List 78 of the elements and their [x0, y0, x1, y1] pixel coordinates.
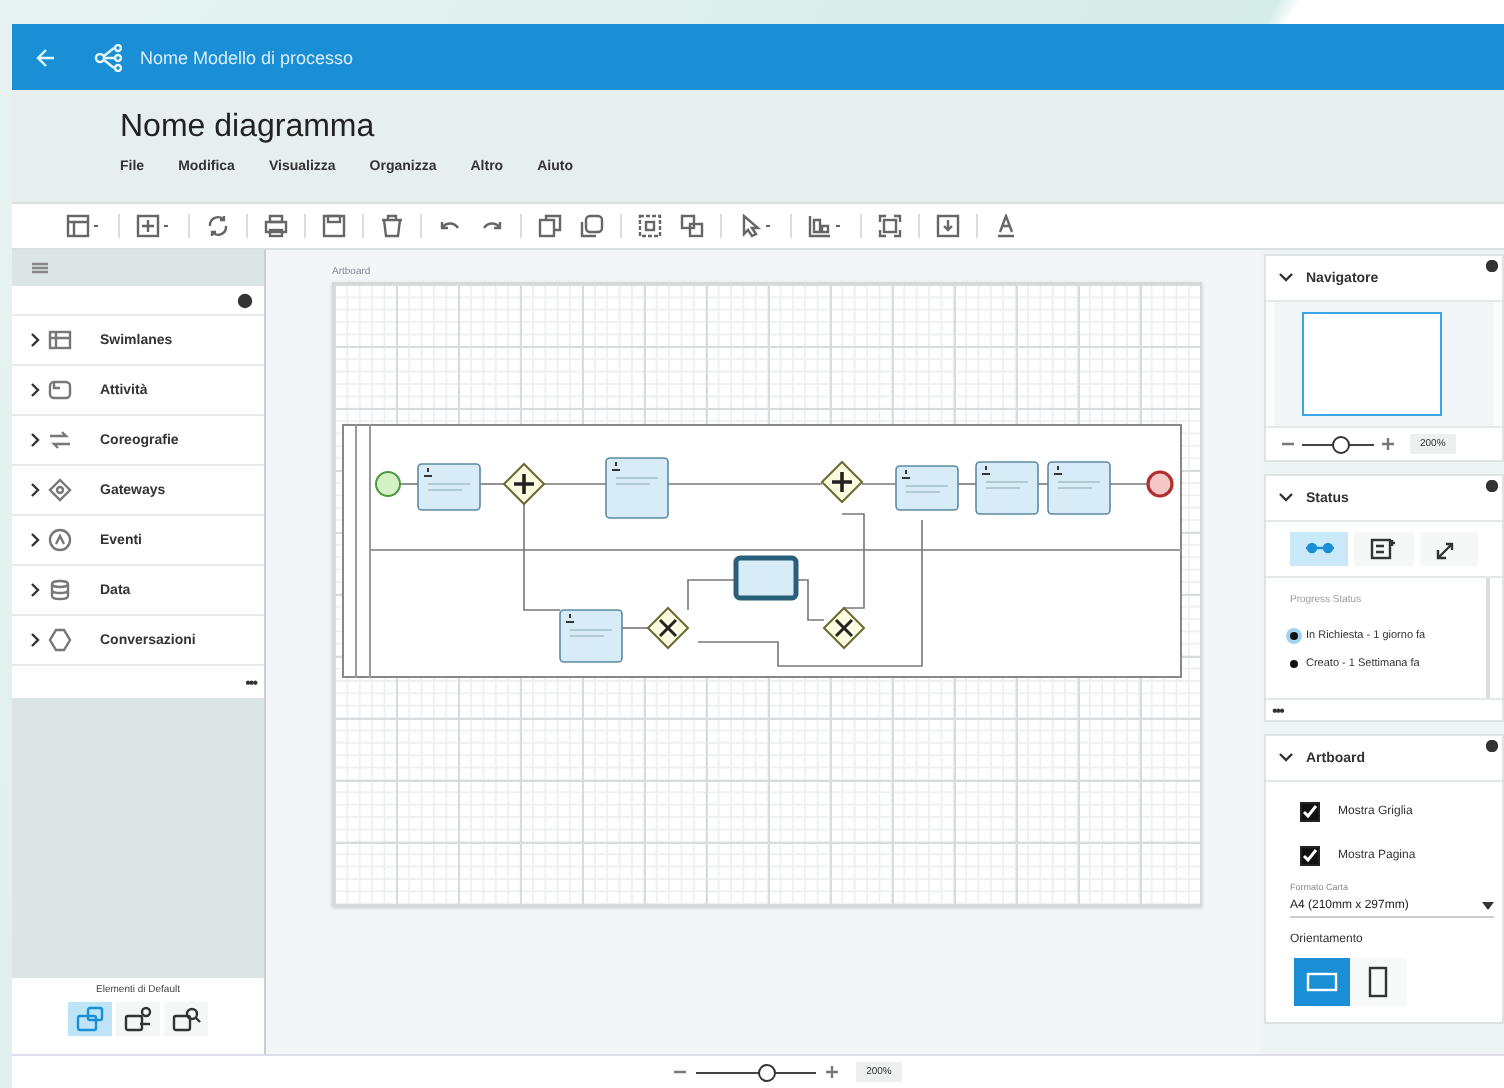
sequence-flow-line [621, 627, 649, 629]
add-box-icon[interactable] [134, 212, 174, 240]
slider-thumb[interactable] [758, 1063, 777, 1081]
chevron-icon[interactable] [28, 432, 40, 448]
task-box [895, 465, 959, 511]
print-icon[interactable] [262, 212, 290, 240]
chevron-icon[interactable] [1278, 272, 1294, 284]
dot-menu-icon[interactable] [1486, 480, 1498, 492]
checkbox[interactable] [1300, 846, 1320, 866]
format-paint-icon[interactable] [992, 212, 1020, 240]
fit-screen-icon[interactable] [876, 212, 904, 240]
selected-task-box [733, 555, 799, 601]
parallel-gateway-icon [820, 460, 864, 504]
duplicate-icon[interactable] [578, 212, 606, 240]
swimlane-icon [48, 328, 72, 352]
reassign-icon[interactable] [1419, 532, 1478, 566]
chevron-icon[interactable] [1278, 492, 1294, 504]
sequence-flow-line [543, 483, 607, 485]
viewport-frame[interactable] [1302, 312, 1442, 416]
copy-icon[interactable] [536, 212, 564, 240]
sequence-flow-line [479, 483, 505, 485]
exclusive-gateway-icon [822, 606, 866, 650]
portrait-icon[interactable] [1350, 958, 1406, 1006]
chevron-icon[interactable] [28, 532, 40, 548]
chevron-icon[interactable] [28, 332, 40, 348]
trash-icon[interactable] [378, 212, 406, 240]
chevron-icon[interactable] [28, 632, 40, 648]
sequence-flow-line [523, 503, 561, 611]
sequence-flow-line [957, 483, 977, 485]
sequence-flow-line [861, 483, 897, 485]
select-all-icon[interactable] [636, 212, 664, 240]
table-icon[interactable] [64, 212, 104, 240]
task-box [605, 457, 669, 519]
chevron-icon[interactable] [28, 382, 40, 398]
group-icon[interactable] [678, 212, 706, 240]
more-button[interactable]: ••• [1272, 701, 1283, 719]
chevron-icon[interactable] [28, 582, 40, 598]
task-box [559, 609, 623, 663]
database-icon [48, 578, 72, 602]
checkbox[interactable] [1300, 802, 1320, 822]
zoom-in-icon[interactable] [1382, 438, 1394, 450]
event-circle-icon [48, 528, 72, 552]
checklist-icon[interactable] [1354, 532, 1414, 566]
chevron-icon[interactable] [1278, 752, 1294, 764]
zoom-out-icon[interactable] [1282, 438, 1294, 450]
more-button[interactable]: ••• [245, 673, 256, 691]
arrows-icon [48, 428, 72, 452]
app-title: Nome Modello di processo [140, 47, 354, 67]
end-event-icon [1146, 470, 1174, 498]
back-arrow-icon[interactable] [36, 47, 56, 67]
document-title: Nome diagramma [120, 110, 377, 148]
task-box [975, 461, 1039, 515]
exclusive-gateway-icon [646, 606, 690, 650]
hexagon-icon [48, 628, 72, 652]
chevron-icon[interactable] [28, 482, 40, 498]
process-network-icon [94, 43, 126, 71]
zoom-in-icon[interactable] [826, 1066, 839, 1078]
sequence-flow-line [1109, 483, 1149, 485]
task-box [1047, 461, 1111, 515]
dropdown-arrow-icon[interactable] [1482, 902, 1494, 910]
task-icon [48, 378, 72, 402]
settings-icon[interactable] [236, 291, 254, 309]
export-icon[interactable] [934, 212, 962, 240]
refresh-icon[interactable] [204, 212, 232, 240]
step-marker[interactable] [1290, 660, 1298, 668]
dot-menu-icon[interactable] [1486, 740, 1498, 752]
sequence-flow-line [399, 483, 419, 485]
shapes-search-icon[interactable] [164, 1002, 208, 1036]
save-icon[interactable] [320, 212, 348, 240]
diamond-icon [48, 478, 72, 502]
step-marker[interactable] [1290, 632, 1298, 640]
dot-menu-icon[interactable] [1486, 260, 1498, 272]
zoom-out-icon[interactable] [674, 1066, 687, 1078]
task-box [417, 463, 481, 511]
slider-thumb[interactable] [1331, 435, 1350, 453]
shapes-person-icon[interactable] [116, 1002, 160, 1036]
align-icon[interactable] [806, 212, 846, 240]
parallel-gateway-icon [502, 462, 546, 506]
